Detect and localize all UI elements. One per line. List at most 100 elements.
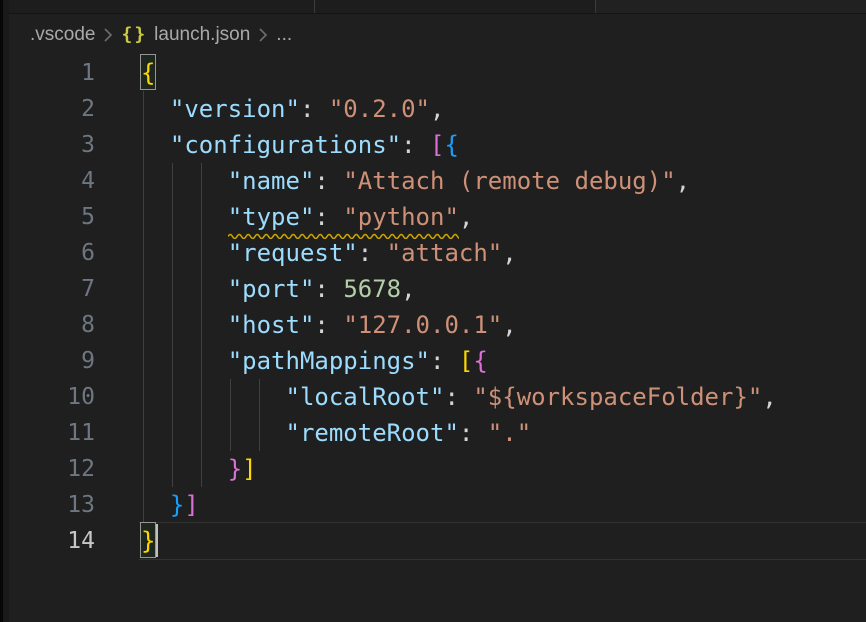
token-b3: } [170,491,184,519]
line-number[interactable]: 7 [0,271,95,307]
token-b3: { [444,131,458,159]
token-key: "version" [170,95,300,123]
editor[interactable]: 1{2 "version": "0.2.0",3 "configurations… [0,55,866,622]
code-text: "version": "0.2.0", [141,91,444,127]
tab-region-3[interactable] [596,0,866,13]
token-punct: : [430,347,459,375]
tab-bar [0,0,866,14]
token-punct: , [502,311,516,339]
code-line[interactable]: 11 "remoteRoot": "." [0,415,866,451]
code-line[interactable]: 3 "configurations": [{ [0,127,866,163]
line-number[interactable]: 14 [0,523,95,559]
token-punct: , [762,383,776,411]
code-text: "name": "Attach (remote debug)", [141,163,690,199]
token-punct: : [459,419,488,447]
tab-region-2[interactable] [315,0,596,13]
code-text: "pathMappings": [{ [141,343,488,379]
breadcrumb-bar: .vscode {} launch.json... [0,14,866,55]
token-b1: ] [242,455,256,483]
token-punct: : [314,311,343,339]
breadcrumb-label: ... [276,24,292,46]
code-line[interactable]: 12 }] [0,451,866,487]
line-number[interactable]: 11 [0,415,95,451]
token-key: "remoteRoot" [286,419,459,447]
warning-squiggle [228,226,459,234]
token-punct: : [401,131,430,159]
breadcrumb-item-vscode[interactable]: .vscode [30,24,95,46]
breadcrumb-label: launch.json [154,24,250,46]
token-punct: , [502,239,516,267]
token-punct: : [358,239,387,267]
line-number[interactable]: 3 [0,127,95,163]
text-cursor [156,524,158,557]
line-number[interactable]: 10 [0,379,95,415]
code-text: "host": "127.0.0.1", [141,307,517,343]
code-line[interactable]: 7 "port": 5678, [0,271,866,307]
token-key: "port" [228,275,315,303]
line-number[interactable]: 9 [0,343,95,379]
chevron-right-icon [103,27,113,43]
token-key: "host" [228,311,315,339]
code-text: "remoteRoot": "." [141,415,531,451]
token-string: "Attach (remote debug)" [343,167,675,195]
code-text: "port": 5678, [141,271,416,307]
breadcrumb-item-[interactable]: ... [276,24,292,46]
token-key: "configurations" [170,131,401,159]
code-line[interactable]: 9 "pathMappings": [{ [0,343,866,379]
breadcrumb-item-launch-json[interactable]: {} launch.json [121,24,250,46]
line-number[interactable]: 4 [0,163,95,199]
code-text: }] [141,451,257,487]
token-string: "0.2.0" [329,95,430,123]
json-braces-icon: {} [121,24,147,45]
token-key: "pathMappings" [228,347,430,375]
code-text: }] [141,487,199,523]
token-number: 5678 [343,275,401,303]
code-line[interactable]: 13 }] [0,487,866,523]
tab-region-1[interactable] [0,0,315,13]
token-punct: : [314,275,343,303]
token-string: "${workspaceFolder}" [473,383,762,411]
code-text: "request": "attach", [141,235,517,271]
token-punct: , [459,203,473,231]
token-key: "localRoot" [286,383,445,411]
line-number[interactable]: 8 [0,307,95,343]
token-punct: : [444,383,473,411]
code-line[interactable]: 1{ [0,55,866,91]
token-b2: [ [430,131,444,159]
token-punct: , [676,167,690,195]
token-key: "name" [228,167,315,195]
line-number[interactable]: 5 [0,199,95,235]
token-b1-matched: { [141,55,155,89]
code-line[interactable]: 2 "version": "0.2.0", [0,91,866,127]
code-line[interactable]: 8 "host": "127.0.0.1", [0,307,866,343]
token-b1: [ [459,347,473,375]
breadcrumb: .vscode {} launch.json... [30,24,292,46]
token-b2: ] [184,491,198,519]
token-punct: , [401,275,415,303]
code-line[interactable]: 5 "type": "python", [0,199,866,235]
token-b1-matched: } [141,523,155,557]
code-text: } [141,523,155,559]
token-punct: , [430,95,444,123]
code-line[interactable]: 4 "name": "Attach (remote debug)", [0,163,866,199]
code-text: "localRoot": "${workspaceFolder}", [141,379,777,415]
code-line[interactable]: 14} [0,523,866,559]
chevron-right-icon [258,27,268,43]
code-text: { [141,55,155,91]
line-number[interactable]: 12 [0,451,95,487]
breadcrumb-label: .vscode [30,24,95,46]
line-number[interactable]: 1 [0,55,95,91]
token-b2: } [228,455,242,483]
token-string: "127.0.0.1" [343,311,502,339]
token-key: "request" [228,239,358,267]
code-line[interactable]: 10 "localRoot": "${workspaceFolder}", [0,379,866,415]
code-text: "configurations": [{ [141,127,459,163]
code-line[interactable]: 6 "request": "attach", [0,235,866,271]
line-number[interactable]: 13 [0,487,95,523]
editor-group-sash[interactable] [0,0,9,622]
token-punct: : [314,167,343,195]
token-string: "." [488,419,531,447]
token-punct: : [300,95,329,123]
line-number[interactable]: 6 [0,235,95,271]
line-number[interactable]: 2 [0,91,95,127]
